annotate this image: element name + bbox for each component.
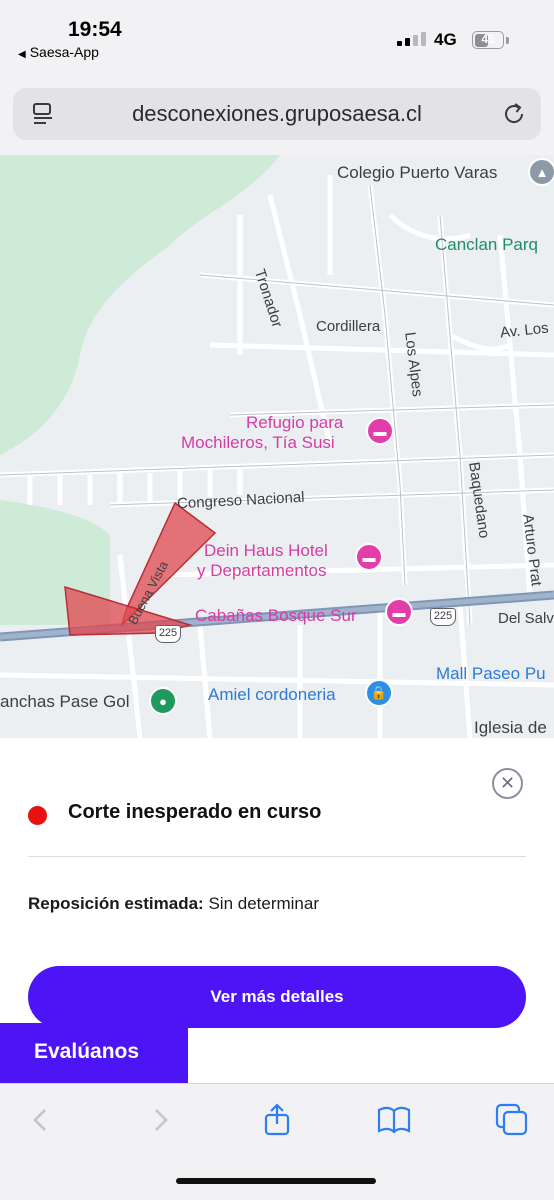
map-label-refugio-2: Mochileros, Tía Susi <box>181 433 335 452</box>
map-label-mall: Mall Paseo Pu <box>436 664 546 683</box>
share-icon[interactable] <box>259 1102 295 1138</box>
map-label-canchas: anchas Pase Gol <box>0 692 130 711</box>
hotel-pin-icon[interactable]: ▬ <box>366 417 394 445</box>
status-time: 19:54 <box>68 18 122 41</box>
battery-icon: 45 <box>472 31 504 49</box>
back-app-label: Saesa-App <box>29 44 99 60</box>
shop-pin-icon[interactable]: 🔒 <box>365 679 393 707</box>
route-shield: 225 <box>430 608 456 626</box>
tabs-icon[interactable] <box>494 1102 530 1138</box>
more-details-button[interactable]: Ver más detalles <box>28 966 526 1028</box>
evaluanos-button[interactable]: Evalúanos <box>0 1023 188 1083</box>
status-dot <box>28 806 47 825</box>
map-label-cabanas: Cabañas Bosque Sur <box>195 606 357 625</box>
map-label-iglesia: Iglesia de <box>474 718 547 737</box>
map-label-del-salv: Del Salv <box>498 610 554 627</box>
home-indicator <box>176 1178 376 1184</box>
map-label-dein-2: y Departamentos <box>197 561 327 580</box>
school-pin-icon[interactable]: ▲ <box>528 158 554 186</box>
outage-map[interactable]: Colegio Puerto Varas ▲ Tronador Canclan … <box>0 155 554 738</box>
signal-icon <box>397 32 427 46</box>
close-icon[interactable]: ✕ <box>492 768 523 799</box>
route-shield: 225 <box>155 625 181 643</box>
battery-tip <box>506 37 509 44</box>
hotel-pin-icon[interactable]: ▬ <box>385 598 413 626</box>
map-label-refugio-1: Refugio para <box>246 413 344 432</box>
outage-status-title: Corte inesperado en curso <box>68 801 322 823</box>
sports-pin-icon[interactable]: ● <box>149 687 177 715</box>
address-bar[interactable]: desconexiones.gruposaesa.cl <box>13 88 541 140</box>
divider <box>28 856 526 857</box>
reposicion-row: Reposición estimada: Sin determinar <box>28 894 319 914</box>
map-label-amiel: Amiel cordoneria <box>208 685 336 704</box>
map-label-cordillera: Cordillera <box>316 318 381 335</box>
back-to-app-link[interactable]: ◀ Saesa-App <box>18 44 99 60</box>
map-label-dein-1: Dein Haus Hotel <box>204 541 328 560</box>
network-type: 4G <box>434 30 457 49</box>
browser-top-chrome: 19:54 ◀ Saesa-App 4G 45 desconexiones.gru… <box>0 0 554 155</box>
outage-detail-sheet: ✕ Corte inesperado en curso Reposición e… <box>0 738 554 1083</box>
hotel-pin-icon[interactable]: ▬ <box>355 543 383 571</box>
map-label-colegio: Colegio Puerto Varas <box>337 163 498 182</box>
forward-icon[interactable] <box>143 1102 179 1138</box>
url-text: desconexiones.gruposaesa.cl <box>132 101 422 126</box>
reposicion-value: Sin determinar <box>208 894 320 913</box>
map-label-canclan: Canclan Parq <box>435 235 539 254</box>
battery-level: 45 <box>481 32 495 46</box>
back-icon[interactable] <box>22 1102 58 1138</box>
bookmarks-icon[interactable] <box>376 1102 412 1138</box>
reload-icon[interactable] <box>501 101 527 127</box>
back-triangle-icon: ◀ <box>18 49 26 60</box>
reposicion-label: Reposición estimada: <box>28 894 204 913</box>
